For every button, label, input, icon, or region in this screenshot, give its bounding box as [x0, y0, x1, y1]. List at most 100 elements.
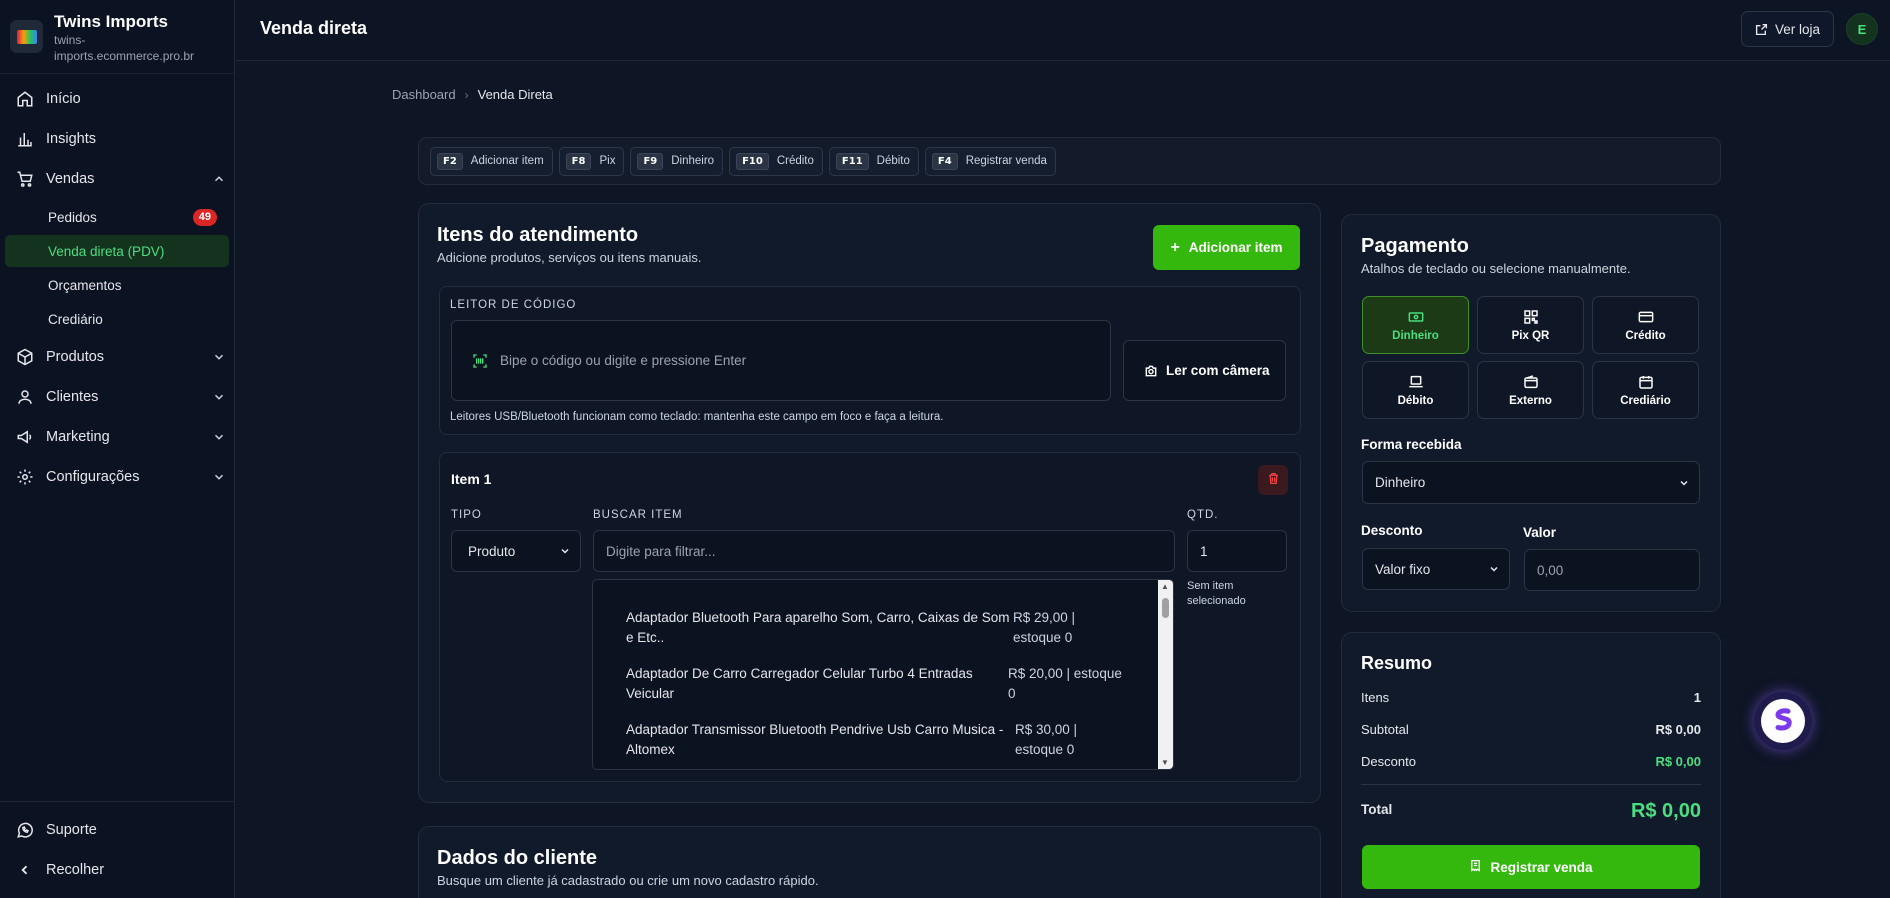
user-icon	[16, 388, 34, 406]
desconto-type-select[interactable]: Valor fixo	[1362, 548, 1510, 590]
chevron-up-icon	[212, 172, 226, 186]
summary-desconto-value: R$ 0,00	[1655, 754, 1701, 769]
whatsapp-icon	[16, 821, 34, 839]
ver-loja-button[interactable]: Ver loja	[1740, 11, 1834, 47]
barcode-input[interactable]: Bipe o código ou digite e pressione Ente…	[451, 320, 1111, 401]
breadcrumb: Dashboard › Venda Direta	[392, 87, 553, 102]
valor-label: Valor	[1523, 525, 1557, 540]
sidebar-item-orcamentos[interactable]: Orçamentos	[5, 269, 229, 301]
plus-icon: +	[1170, 238, 1180, 256]
scanner-panel: LEITOR DE CÓDIGO Bipe o código ou digite…	[439, 286, 1301, 435]
scroll-up-arrow-icon[interactable]: ▲	[1161, 582, 1169, 591]
items-card-title: Itens do atendimento	[437, 224, 639, 246]
sidebar-item-venda-direta[interactable]: Venda direta (PDV)	[5, 235, 229, 267]
summary-desconto-label: Desconto	[1361, 754, 1416, 769]
home-icon	[16, 90, 34, 108]
shortcut-credito[interactable]: F10 Crédito	[729, 146, 823, 176]
scanner-label: LEITOR DE CÓDIGO	[450, 299, 577, 311]
desconto-valor-input[interactable]: 0,00	[1524, 549, 1700, 591]
sidebar-item-label: Orçamentos	[48, 277, 122, 293]
chevron-down-icon	[212, 350, 226, 364]
tipo-select[interactable]: Produto	[451, 530, 581, 572]
brand-name: Twins Imports	[54, 12, 168, 31]
summary-itens-value: 1	[1693, 690, 1701, 705]
shortcut-adicionar-item[interactable]: F2 Adicionar item	[430, 146, 553, 176]
calendar-icon	[1638, 374, 1654, 390]
shortcut-dinheiro[interactable]: F9 Dinheiro	[630, 146, 724, 176]
shortcut-debito[interactable]: F11 Débito	[828, 146, 919, 176]
register-sale-button[interactable]: Registrar venda	[1362, 845, 1700, 889]
payment-dinheiro-button[interactable]: Dinheiro	[1362, 296, 1469, 354]
shortcut-key: F10	[736, 152, 769, 170]
shortcut-key: F2	[437, 152, 463, 170]
chevron-down-icon	[1678, 477, 1690, 489]
shortcut-label: Pix	[599, 155, 616, 167]
sidebar-nav: Início Insights Vendas Pedidos 49 Venda …	[0, 74, 234, 497]
box-icon	[16, 348, 34, 366]
sidebar-item-clientes[interactable]: Clientes	[0, 377, 234, 417]
buscar-label: BUSCAR ITEM	[593, 509, 683, 521]
sidebar-item-inicio[interactable]: Início	[0, 79, 234, 119]
shortcut-key: F11	[835, 152, 869, 170]
result-price: R$ 20,00 | estoque 0	[1008, 666, 1122, 701]
sidebar-item-label: Pedidos	[48, 209, 97, 225]
result-name: Adaptador De Carro Carregador Celular Tu…	[626, 666, 973, 701]
result-price: R$ 29,00 | estoque 0	[1013, 610, 1076, 645]
avatar[interactable]: E	[1846, 13, 1878, 45]
camera-scan-button[interactable]: Ler com câmera	[1123, 340, 1286, 401]
sidebar-item-marketing[interactable]: Marketing	[0, 417, 234, 457]
payment-externo-button[interactable]: Externo	[1477, 361, 1584, 419]
assistant-fab[interactable]	[1754, 692, 1812, 750]
sidebar-item-produtos[interactable]: Produtos	[0, 337, 234, 377]
result-name: Adaptador Transmissor Bluetooth Pendrive…	[626, 722, 1004, 757]
buscar-item-input[interactable]: Digite para filtrar...	[593, 530, 1175, 572]
result-name: Adaptador Bluetooth Para aparelho Som, C…	[626, 610, 1010, 645]
summary-itens-label: Itens	[1361, 690, 1390, 705]
credit-card-icon	[1638, 309, 1654, 325]
sidebar-item-configuracoes[interactable]: Configurações	[0, 457, 234, 497]
forma-recebida-label: Forma recebida	[1361, 437, 1462, 452]
payment-debito-button[interactable]: Débito	[1362, 361, 1469, 419]
payment-method-label: Externo	[1509, 394, 1552, 407]
sidebar-item-insights[interactable]: Insights	[0, 119, 234, 159]
qtd-label: QTD.	[1187, 509, 1219, 521]
scrollbar[interactable]: ▲ ▼	[1158, 580, 1173, 769]
sidebar-item-recolher[interactable]: Recolher	[0, 850, 235, 890]
payment-method-label: Dinheiro	[1392, 329, 1439, 342]
payment-pix-button[interactable]: Pix QR	[1477, 296, 1584, 354]
summary-total-label: Total	[1361, 802, 1393, 817]
quantity-input[interactable]: 1	[1187, 530, 1287, 572]
shortcut-registrar-venda[interactable]: F4 Registrar venda	[924, 146, 1056, 176]
shortcut-label: Crédito	[776, 155, 814, 167]
brand[interactable]: Twins Imports twins-imports.ecommerce.pr…	[0, 0, 234, 74]
result-price: R$ 30,00 | estoque 0	[1015, 722, 1078, 757]
summary-title: Resumo	[1361, 653, 1433, 673]
payment-crediario-button[interactable]: Crediário	[1592, 361, 1699, 419]
cash-icon	[1408, 309, 1424, 325]
summary-total-row: Total R$ 0,00	[1361, 800, 1701, 822]
scanner-hint: Leitores USB/Bluetooth funcionam como te…	[450, 411, 944, 423]
no-item-selected: Sem item selecionado	[1187, 580, 1246, 607]
megaphone-icon	[16, 428, 34, 446]
sidebar-item-crediario[interactable]: Crediário	[5, 303, 229, 335]
delete-item-button[interactable]	[1258, 465, 1288, 495]
camera-icon	[1144, 364, 1158, 378]
scroll-down-arrow-icon[interactable]: ▼	[1161, 758, 1169, 767]
add-item-button[interactable]: + Adicionar item	[1153, 225, 1300, 270]
chevron-down-icon	[1488, 563, 1500, 575]
desconto-label: Desconto	[1361, 523, 1423, 538]
sidebar-item-label: Início	[46, 91, 81, 107]
brand-domain: twins-imports.ecommerce.pro.br	[54, 33, 195, 63]
scrollbar-thumb[interactable]	[1162, 598, 1169, 618]
payment-credito-button[interactable]: Crédito	[1592, 296, 1699, 354]
sidebar-item-pedidos[interactable]: Pedidos 49	[5, 201, 229, 233]
shortcut-label: Dinheiro	[671, 155, 715, 167]
shortcut-pix[interactable]: F8 Pix	[558, 146, 625, 176]
sidebar-item-vendas[interactable]: Vendas	[0, 159, 234, 199]
sidebar-item-label: Recolher	[46, 862, 105, 878]
sidebar-item-label: Produtos	[46, 349, 105, 365]
item-title: Item 1	[451, 471, 492, 487]
breadcrumb-dashboard[interactable]: Dashboard	[392, 87, 456, 102]
forma-recebida-select[interactable]: Dinheiro	[1362, 461, 1700, 504]
sidebar-item-suporte[interactable]: Suporte	[0, 810, 235, 850]
